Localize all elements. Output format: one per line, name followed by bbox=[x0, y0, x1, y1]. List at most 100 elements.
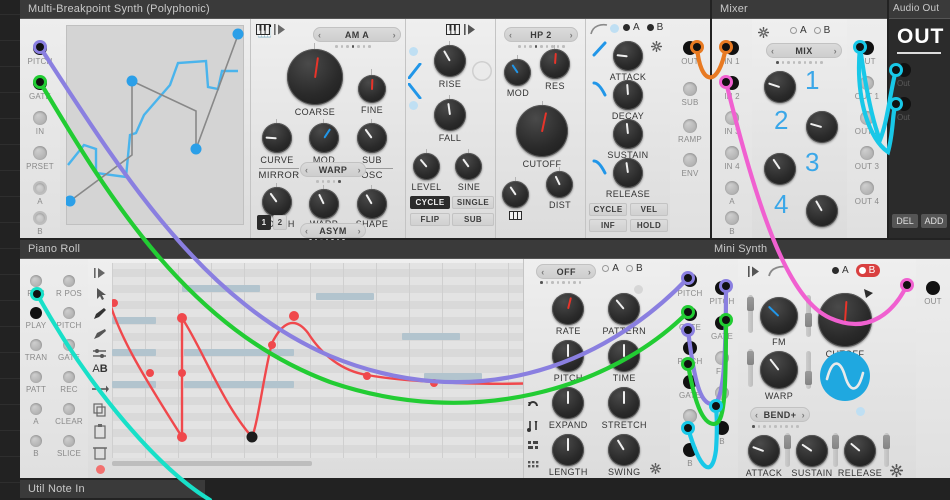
sliders-icon[interactable] bbox=[88, 347, 112, 361]
knob-mini-fm[interactable] bbox=[760, 297, 798, 335]
piano-roll-toolbar[interactable]: AB bbox=[88, 259, 112, 478]
knob-warp[interactable] bbox=[309, 189, 339, 219]
chevron-right-icon[interactable]: › bbox=[358, 165, 361, 175]
osc-page-1[interactable]: 1 bbox=[257, 215, 271, 230]
piano-roll-input-jacks[interactable]: POS R POS PLAY PITCH TRAN GATE PATT REC … bbox=[20, 259, 88, 478]
knob-release[interactable] bbox=[613, 158, 643, 188]
pencil-icon[interactable] bbox=[88, 307, 112, 321]
knob-pattern[interactable] bbox=[608, 293, 641, 325]
knob-coarse[interactable] bbox=[287, 49, 343, 105]
knob-cutoff[interactable] bbox=[516, 105, 568, 157]
jack-pattern[interactable] bbox=[30, 371, 42, 383]
gear-icon[interactable] bbox=[758, 27, 769, 38]
module-audio-out[interactable]: Audio Out OUT Out Out DEL ADD bbox=[889, 0, 950, 238]
env-button-single[interactable]: SINGLE bbox=[452, 196, 494, 209]
jack-out-2[interactable] bbox=[860, 111, 874, 125]
jack-pr-out-b[interactable] bbox=[683, 443, 697, 457]
gear-icon[interactable] bbox=[650, 463, 662, 474]
mini-synth-input-jacks[interactable]: PITCH GATE FM A B bbox=[706, 259, 738, 478]
filter-panel[interactable]: ‹ HP 2 › MOD RES CUTOFF DIST bbox=[495, 19, 585, 238]
envelope-panel[interactable]: RISE FALL LEVEL SINE CYCLE SINGLE FLIP S… bbox=[405, 19, 495, 238]
jack-gate-out-2[interactable] bbox=[683, 375, 697, 389]
jack-out-1[interactable] bbox=[860, 76, 874, 90]
adsr-button-hold[interactable]: HOLD bbox=[630, 219, 668, 232]
paste-icon[interactable] bbox=[88, 423, 112, 439]
knob-seq-pitch[interactable] bbox=[552, 340, 585, 372]
chevron-right-icon[interactable]: › bbox=[570, 30, 573, 40]
mixer-mode-selector[interactable]: ‹ MIX › bbox=[766, 43, 842, 58]
mini-synth-ab-a[interactable]: A bbox=[832, 265, 849, 276]
loop-icon[interactable] bbox=[526, 397, 542, 411]
play-icon[interactable] bbox=[748, 266, 760, 277]
knob-mixer-1[interactable] bbox=[764, 71, 796, 103]
mini-synth-output-jacks[interactable]: OUT bbox=[916, 259, 950, 478]
jack-in[interactable] bbox=[33, 111, 47, 125]
jack-pitch-in-pr[interactable] bbox=[63, 307, 75, 319]
cursor-icon[interactable] bbox=[88, 287, 112, 301]
mini-synth-ab-b[interactable]: B bbox=[855, 264, 881, 277]
knob-mini-release[interactable] bbox=[844, 435, 876, 467]
module-piano-roll[interactable]: Piano Roll POS R POS PLAY PITCH TRAN GAT… bbox=[20, 240, 710, 478]
knob-mini-cutoff[interactable] bbox=[818, 293, 872, 347]
jack-mixer-out[interactable] bbox=[860, 41, 874, 55]
knob-mini-attack[interactable] bbox=[748, 435, 780, 467]
knob-fall[interactable] bbox=[434, 99, 466, 131]
jack-pr-b[interactable] bbox=[30, 435, 42, 447]
jack-mini-a[interactable] bbox=[715, 386, 729, 400]
jack-audio-out-1[interactable] bbox=[897, 63, 911, 77]
knob-fine[interactable] bbox=[358, 75, 386, 103]
jack-sub-out[interactable] bbox=[683, 82, 697, 96]
adsr-ab-selector[interactable]: A B bbox=[623, 22, 663, 33]
delete-button[interactable]: DEL bbox=[892, 214, 918, 228]
knob-rise[interactable] bbox=[434, 45, 466, 77]
knob-decay[interactable] bbox=[613, 80, 643, 110]
adsr-button-cycle[interactable]: CYCLE bbox=[589, 203, 627, 216]
module-mixer[interactable]: Mixer IN 1 IN 2 IN 3 IN 4 A B A B ‹ MIX … bbox=[712, 0, 887, 238]
knob-filter-keytrack[interactable] bbox=[502, 181, 529, 208]
knob-resonance[interactable] bbox=[540, 49, 570, 79]
knob-expand[interactable] bbox=[552, 387, 585, 419]
piano-roll-ab-a[interactable]: A bbox=[602, 263, 619, 274]
jack-pitch-out-1[interactable] bbox=[683, 273, 697, 287]
ab-icon[interactable]: AB bbox=[88, 363, 112, 375]
knob-attack[interactable] bbox=[613, 41, 643, 71]
mini-mod-jack[interactable] bbox=[856, 407, 865, 416]
piano-icon[interactable] bbox=[446, 24, 460, 35]
jack-pitch-in[interactable] bbox=[33, 41, 47, 55]
breakpoint-editor-view[interactable] bbox=[66, 25, 244, 225]
knob-level[interactable] bbox=[413, 153, 440, 180]
jack-b[interactable] bbox=[33, 211, 47, 225]
knob-stretch[interactable] bbox=[608, 387, 641, 419]
sequencer-mode-selector[interactable]: ‹ OFF › bbox=[536, 264, 597, 279]
jack-mini-gate[interactable] bbox=[715, 316, 729, 330]
knob-time[interactable] bbox=[608, 340, 641, 372]
mixer-input-jacks[interactable]: IN 1 IN 2 IN 3 IN 4 A B bbox=[712, 19, 752, 238]
env-button-sub[interactable]: SUB bbox=[452, 213, 494, 226]
env-mod-jack-fall[interactable] bbox=[409, 101, 418, 110]
knob-mini-warp[interactable] bbox=[760, 351, 798, 389]
jack-mini-b[interactable] bbox=[715, 421, 729, 435]
knob-sub[interactable] bbox=[357, 123, 387, 153]
jack-mixer-a[interactable] bbox=[725, 181, 739, 195]
jack-ramp-out[interactable] bbox=[683, 119, 697, 133]
cutoff-slider[interactable] bbox=[805, 295, 812, 337]
chevron-right-icon[interactable]: › bbox=[358, 226, 361, 236]
jack-gate-out-1[interactable] bbox=[683, 307, 697, 321]
knob-curve[interactable] bbox=[262, 123, 292, 153]
sustain-slider[interactable] bbox=[832, 433, 839, 467]
chevron-right-icon[interactable]: › bbox=[393, 30, 396, 40]
patcher-canvas[interactable]: Multi-Breakpoint Synth (Polyphonic) PITC… bbox=[0, 0, 950, 500]
jack-gate-in-pr[interactable] bbox=[63, 339, 75, 351]
knob-sine[interactable] bbox=[455, 153, 482, 180]
env-button-cycle[interactable]: CYCLE bbox=[410, 196, 450, 209]
jack-in-4[interactable] bbox=[725, 146, 739, 160]
jack-pitch-out-2[interactable] bbox=[683, 341, 697, 355]
record-icon[interactable] bbox=[88, 463, 112, 477]
play-icon[interactable] bbox=[464, 24, 476, 35]
adsr-button-inf[interactable]: INF bbox=[589, 219, 627, 232]
piano-icon[interactable] bbox=[509, 211, 522, 220]
jack-pr-out-a[interactable] bbox=[683, 409, 697, 423]
jack-out-4[interactable] bbox=[860, 181, 874, 195]
fm-slider[interactable] bbox=[747, 295, 754, 333]
quantize-icon[interactable] bbox=[526, 439, 542, 451]
